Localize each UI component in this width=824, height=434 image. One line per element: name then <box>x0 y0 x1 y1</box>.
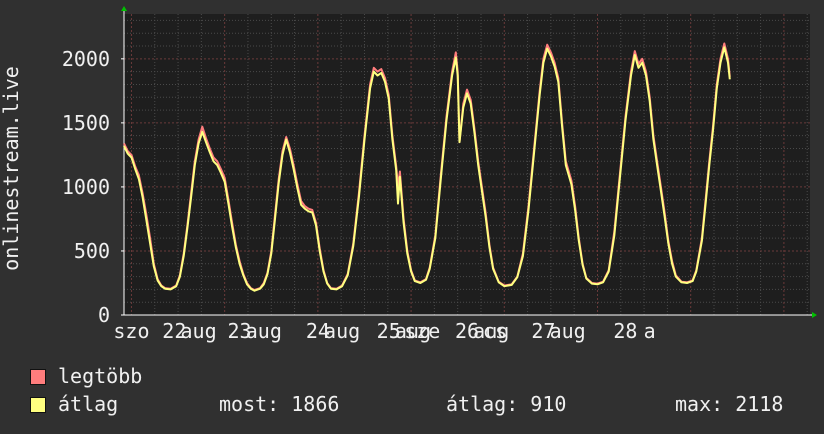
y-tick-label: 1000 <box>62 175 110 199</box>
x-axis-arrow <box>812 312 817 318</box>
stat-average: átlag: 910 <box>446 392 567 416</box>
stat-now: most: 1866 <box>219 392 340 416</box>
x-tick-label: aug <box>324 319 360 343</box>
x-tick-label: szo <box>113 319 149 343</box>
x-tick-label: cs <box>483 319 507 343</box>
x-tick-label: 28 <box>613 319 637 343</box>
y-axis-label: onlinestream.live <box>0 66 23 271</box>
y-tick-label: 2000 <box>62 47 110 71</box>
y-tick-label: 1500 <box>62 111 110 135</box>
plot-area <box>124 14 810 315</box>
legend-label-max: legtöbb <box>58 364 143 388</box>
x-tick-label: aug <box>181 319 217 343</box>
stat-max: max: 2118 <box>675 392 784 416</box>
legend-label-avg: átlag <box>58 392 119 416</box>
y-axis-arrow <box>121 6 127 11</box>
legend-swatch-avg <box>30 397 46 413</box>
x-tick-label: aug <box>246 319 282 343</box>
y-tick-label: 0 <box>98 303 110 327</box>
chart-container: 0 500 1000 1500 2000 szo 22 aug 23 aug 24 aug 25 aug s… <box>0 0 824 430</box>
x-tick-label: aug <box>550 319 586 343</box>
y-tick-label: 500 <box>74 239 110 263</box>
x-tick-label: sze <box>404 319 440 343</box>
x-tick-label: a <box>644 319 656 343</box>
legend-swatch-max <box>30 369 46 385</box>
